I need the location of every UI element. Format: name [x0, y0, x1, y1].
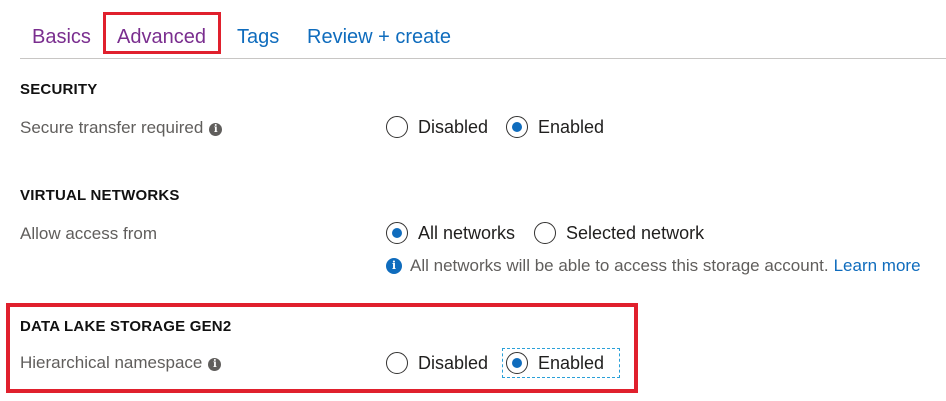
info-icon: i	[386, 258, 402, 274]
advanced-tab-highlight	[103, 12, 221, 54]
tab-tags[interactable]: Tags	[237, 24, 279, 50]
radio-label: Disabled	[418, 116, 489, 137]
secure-transfer-label: Secure transfer required i	[20, 118, 223, 138]
radio-label: Enabled	[538, 116, 605, 137]
security-section-title: SECURITY	[20, 81, 98, 98]
radio-checked-icon	[506, 116, 528, 138]
radio-circle-icon	[386, 116, 408, 138]
allow-access-label: Allow access from	[20, 224, 157, 243]
all-networks-note: i All networks will be able to access th…	[386, 256, 921, 276]
tab-review-create[interactable]: Review + create	[307, 24, 451, 50]
info-icon[interactable]: i	[209, 123, 223, 136]
tab-basics[interactable]: Basics	[32, 24, 91, 50]
tab-bar: Basics Advanced Tags Review + create	[0, 0, 946, 60]
radio-checked-icon	[386, 222, 408, 244]
secure-transfer-label-text: Secure transfer required	[20, 118, 204, 137]
radio-label: Selected network	[566, 222, 705, 243]
all-networks-radio[interactable]: All networks	[386, 222, 515, 244]
selected-network-radio[interactable]: Selected network	[534, 222, 704, 244]
radio-label: All networks	[418, 222, 516, 243]
note-text: All networks will be able to access this…	[410, 256, 829, 275]
tab-divider	[20, 58, 946, 59]
radio-circle-icon	[534, 222, 556, 244]
virtual-networks-section-title: VIRTUAL NETWORKS	[20, 187, 180, 204]
secure-transfer-enabled-radio[interactable]: Enabled	[506, 116, 604, 138]
learn-more-link[interactable]: Learn more	[834, 256, 921, 276]
data-lake-section-highlight	[6, 303, 638, 393]
secure-transfer-disabled-radio[interactable]: Disabled	[386, 116, 488, 138]
